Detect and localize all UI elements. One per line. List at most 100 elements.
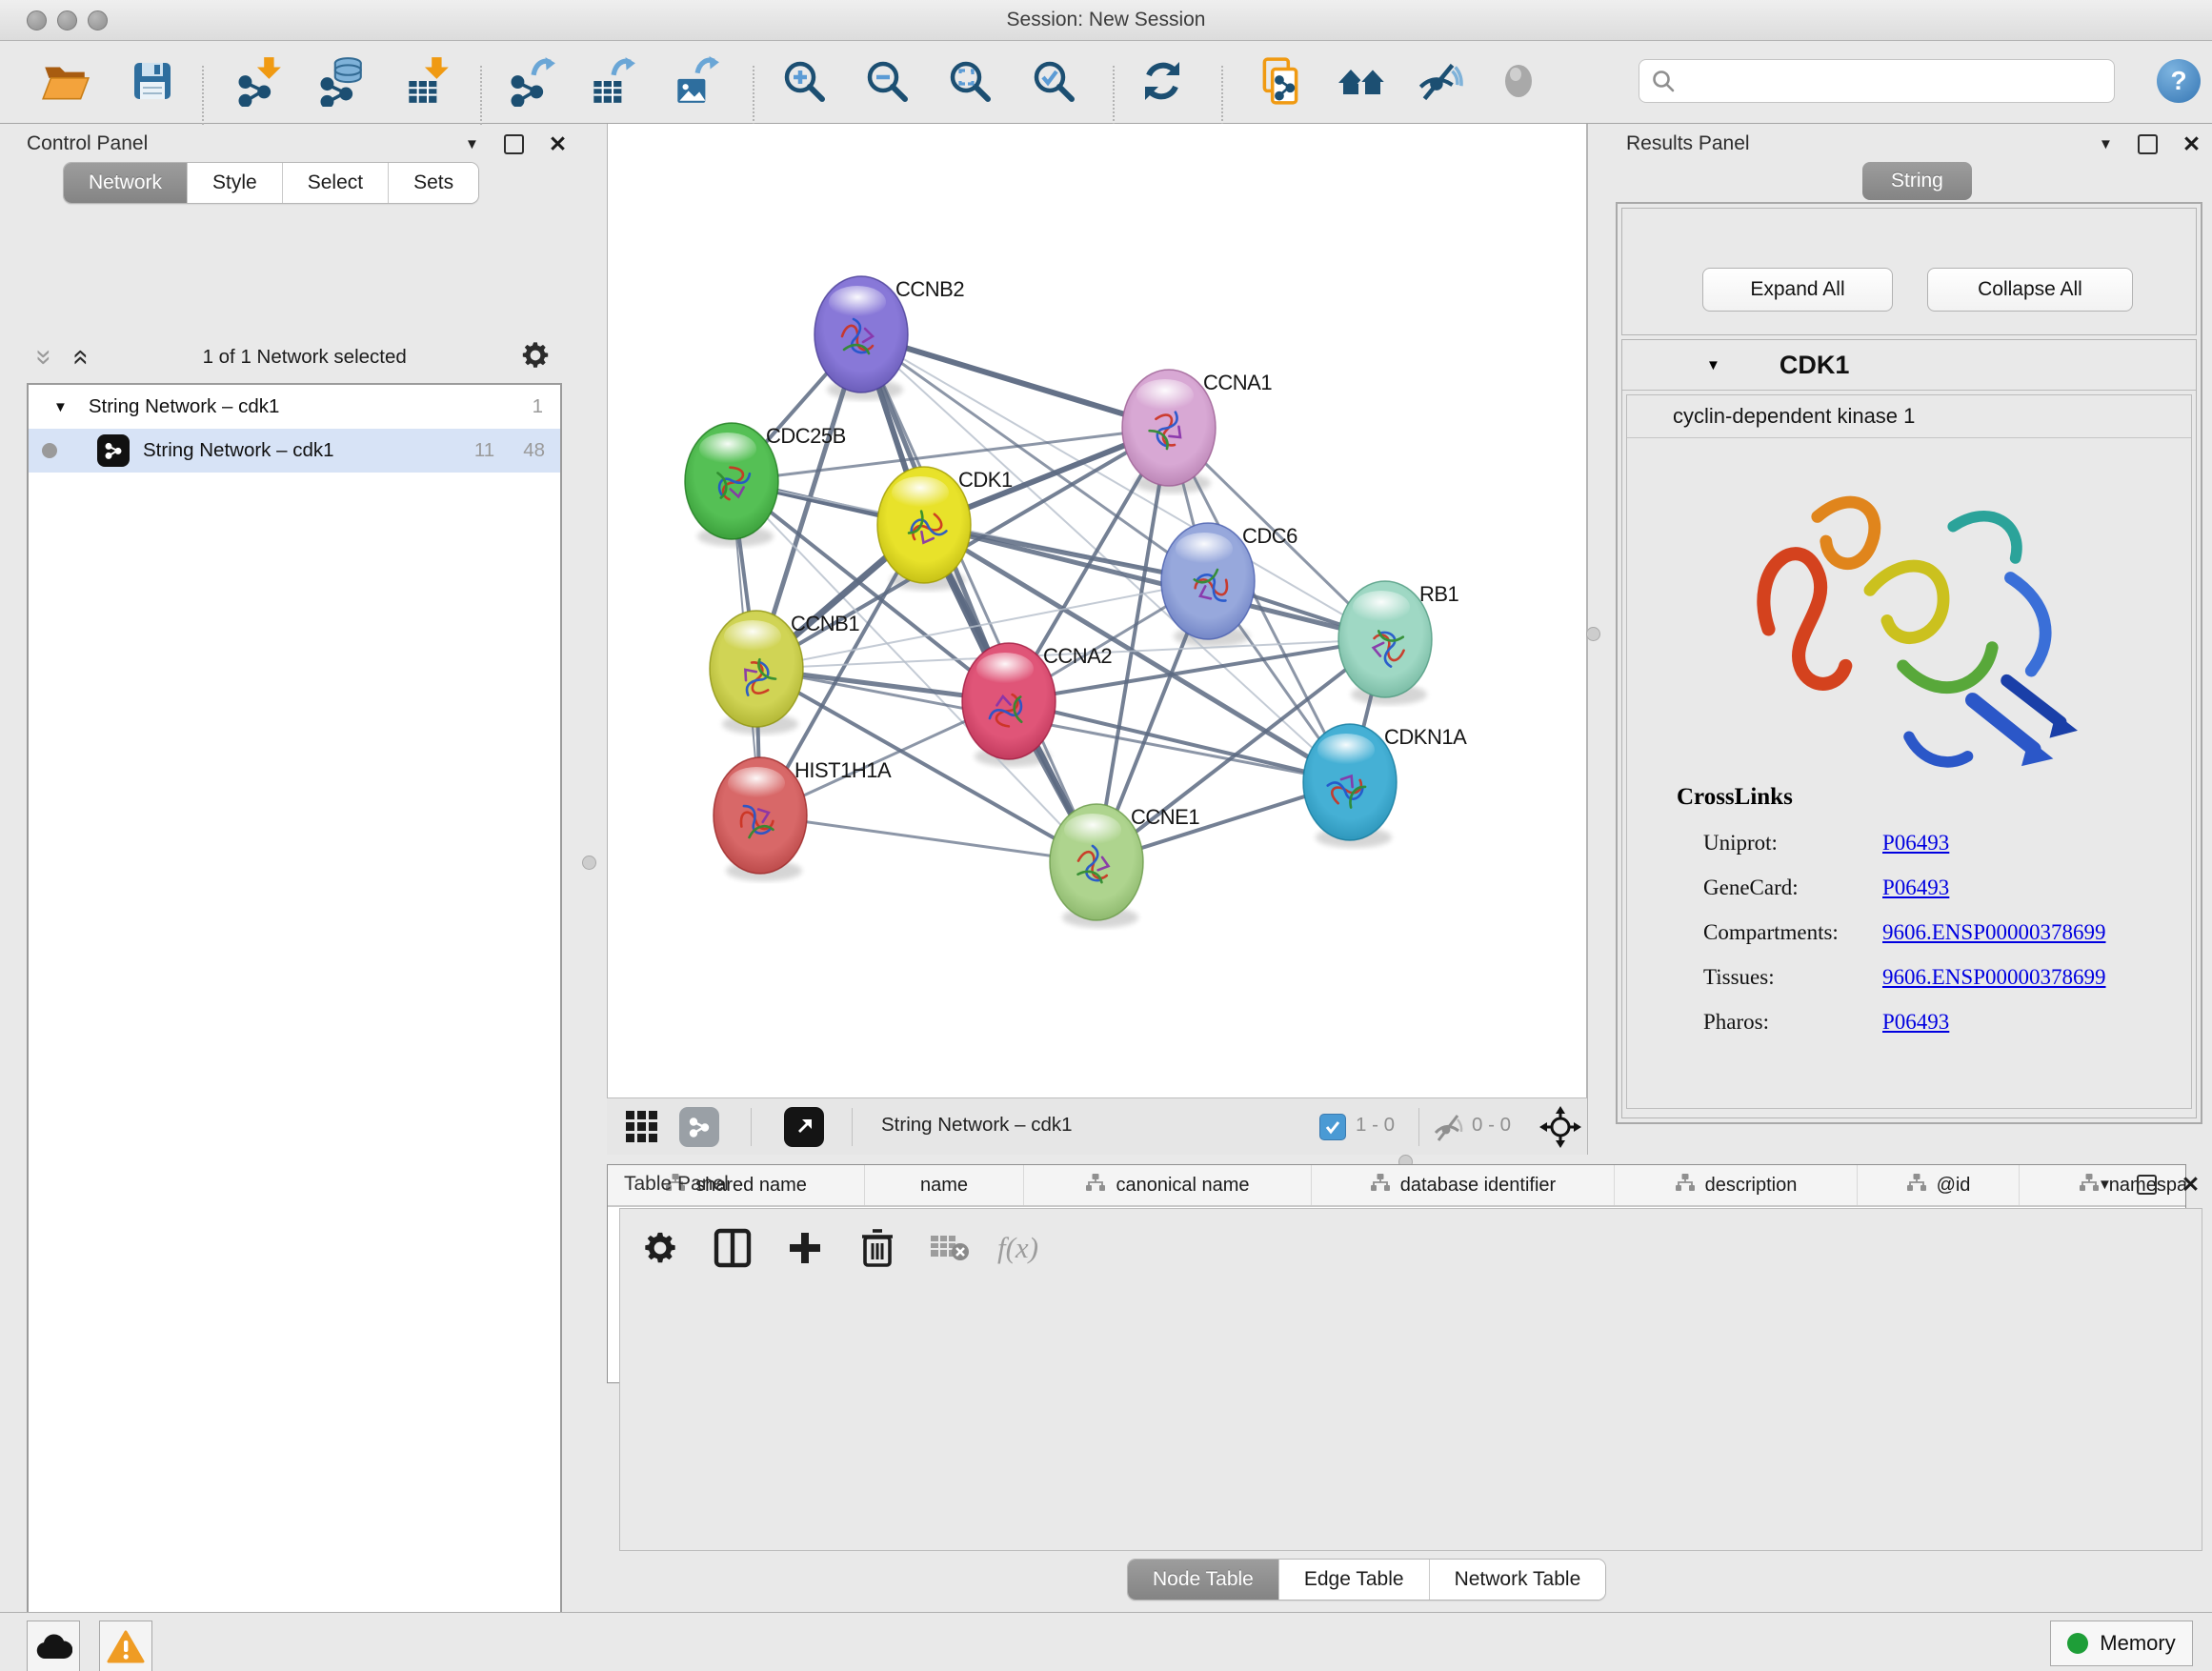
crosslink-link[interactable]: P06493: [1882, 876, 1949, 900]
tab-node-table[interactable]: Node Table: [1128, 1560, 1279, 1600]
control-panel-float-icon[interactable]: [504, 134, 524, 154]
crosslink-link[interactable]: 9606.ENSP00000378699: [1882, 965, 2106, 990]
apply-layout-button[interactable]: [1136, 54, 1189, 108]
table-panel-close-icon[interactable]: ✕: [2182, 1172, 2200, 1198]
zoom-selected-button[interactable]: [1027, 54, 1080, 108]
network-tree-root-row[interactable]: ▼ String Network – cdk1 1: [29, 385, 560, 429]
memory-button[interactable]: Memory: [2050, 1621, 2193, 1666]
add-column-icon[interactable]: [780, 1223, 830, 1273]
cloud-button[interactable]: [27, 1621, 80, 1671]
network-tree-child-row[interactable]: String Network – cdk1 11 48: [29, 429, 560, 473]
help-button[interactable]: ?: [2157, 59, 2201, 103]
minimize-window-button[interactable]: [57, 10, 77, 30]
network-node-CDC25B[interactable]: [685, 423, 778, 539]
network-node-CCNA1[interactable]: [1122, 370, 1216, 486]
homes-icon: [1336, 55, 1389, 107]
column-type-icon: [1906, 1173, 1927, 1198]
import-network-database-button[interactable]: [314, 54, 368, 108]
column-header-name[interactable]: name: [865, 1165, 1024, 1205]
tab-sets[interactable]: Sets: [389, 163, 478, 203]
search-input[interactable]: [1685, 70, 2102, 93]
network-node-CCNA2[interactable]: [962, 643, 1056, 759]
column-header-database-identifier[interactable]: database identifier: [1312, 1165, 1615, 1205]
results-panel-title: Results Panel: [1626, 132, 1750, 155]
selected-checkbox-icon[interactable]: [1319, 1114, 1346, 1140]
center-view-crosshair-icon[interactable]: [1538, 1105, 1582, 1154]
expand-all-button[interactable]: Expand All: [1702, 268, 1893, 312]
network-edge-HIST1H1A-CCNE1[interactable]: [760, 815, 1096, 862]
zoom-out-button[interactable]: [860, 54, 914, 108]
table-settings-gear-icon[interactable]: [635, 1223, 685, 1273]
column-header-description[interactable]: description: [1615, 1165, 1858, 1205]
network-node-CCNB2[interactable]: [814, 276, 908, 393]
maximize-window-button[interactable]: [88, 10, 108, 30]
protein-structure-image: [1627, 446, 2191, 800]
network-node-CCNE1[interactable]: [1050, 804, 1143, 920]
crosslink-link[interactable]: 9606.ENSP00000378699: [1882, 920, 2106, 945]
node-label-CCNA2: CCNA2: [1043, 644, 1112, 668]
node-label-CDKN1A: CDKN1A: [1384, 725, 1467, 749]
crosslink-link[interactable]: P06493: [1882, 831, 1949, 856]
results-panel-float-icon[interactable]: [2138, 134, 2158, 154]
network-edge-CCNB2-CCNA1[interactable]: [861, 334, 1169, 428]
open-session-button[interactable]: [38, 54, 91, 108]
expand-all-networks-icon[interactable]: «: [71, 350, 90, 366]
network-edge-CCNA2-CDKN1A[interactable]: [1009, 701, 1350, 782]
network-edge-CCNB2-CCNE1[interactable]: [861, 334, 1096, 862]
birdseye-view-icon[interactable]: [784, 1107, 824, 1147]
toolbar-search[interactable]: [1639, 59, 2115, 103]
node-label-CCNB2: CCNB2: [895, 277, 964, 301]
collapse-all-networks-icon[interactable]: »: [34, 350, 53, 366]
collapse-all-button[interactable]: Collapse All: [1927, 268, 2133, 312]
grid-view-icon[interactable]: [624, 1109, 660, 1150]
hide-selected-button[interactable]: [1412, 54, 1465, 108]
tab-style[interactable]: Style: [188, 163, 283, 203]
network-node-CDC6[interactable]: [1161, 523, 1255, 639]
network-node-HIST1H1A[interactable]: [714, 757, 807, 874]
tab-network[interactable]: Network: [64, 163, 188, 203]
results-panel-menu-caret[interactable]: ▼: [2099, 136, 2113, 152]
close-window-button[interactable]: [27, 10, 47, 30]
tab-select[interactable]: Select: [283, 163, 389, 203]
gene-section: ▼ CDK1 cyclin-dependent kinase 1: [1621, 339, 2197, 1118]
import-network-file-button[interactable]: [232, 54, 286, 108]
control-panel-menu-caret[interactable]: ▼: [465, 136, 479, 152]
tree-expand-caret[interactable]: ▼: [53, 399, 68, 415]
control-panel-close-icon[interactable]: ✕: [549, 131, 567, 157]
show-columns-icon[interactable]: [708, 1223, 757, 1273]
save-session-button[interactable]: [126, 54, 179, 108]
node-label-CCNE1: CCNE1: [1131, 805, 1199, 829]
left-splitter-handle[interactable]: [582, 856, 596, 870]
network-node-RB1[interactable]: [1338, 581, 1432, 697]
home-button[interactable]: [1336, 54, 1389, 108]
right-splitter-handle[interactable]: [1586, 627, 1600, 641]
zoom-fit-button[interactable]: [943, 54, 996, 108]
table-panel-menu-caret[interactable]: ▼: [2098, 1177, 2112, 1193]
crosslink-link[interactable]: P06493: [1882, 1010, 1949, 1035]
network-node-CDK1[interactable]: [877, 467, 971, 583]
tab-network-table[interactable]: Network Table: [1430, 1560, 1606, 1600]
network-node-CDKN1A[interactable]: [1303, 724, 1397, 840]
export-network-button[interactable]: [505, 54, 558, 108]
network-from-selection-button[interactable]: [1254, 54, 1307, 108]
zoom-in-button[interactable]: [777, 54, 831, 108]
tab-string[interactable]: String: [1862, 162, 1972, 200]
results-panel-close-icon[interactable]: ✕: [2182, 131, 2201, 157]
tab-edge-table[interactable]: Edge Table: [1279, 1560, 1430, 1600]
column-header-canonical-name[interactable]: canonical name: [1024, 1165, 1312, 1205]
gene-collapse-caret[interactable]: ▼: [1706, 357, 1720, 373]
table-panel-float-icon[interactable]: [2137, 1175, 2157, 1195]
delete-column-icon[interactable]: [853, 1223, 902, 1273]
warnings-button[interactable]: [99, 1621, 152, 1671]
network-share-icon[interactable]: [679, 1107, 719, 1147]
network-options-gear-icon[interactable]: [520, 340, 551, 375]
import-table-button[interactable]: [400, 54, 453, 108]
export-image-button[interactable]: [669, 54, 722, 108]
show-all-button[interactable]: [1492, 54, 1545, 108]
column-type-icon: [1370, 1173, 1391, 1198]
export-table-button[interactable]: [585, 54, 638, 108]
network-node-CCNB1[interactable]: [710, 611, 803, 727]
network-canvas[interactable]: CCNB2CCNA1CDC25BCDK1CDC6RB1CCNB1CCNA2CDK…: [607, 124, 1587, 1097]
zoom-out-icon: [862, 56, 912, 106]
column-header-@id[interactable]: @id: [1858, 1165, 2020, 1205]
